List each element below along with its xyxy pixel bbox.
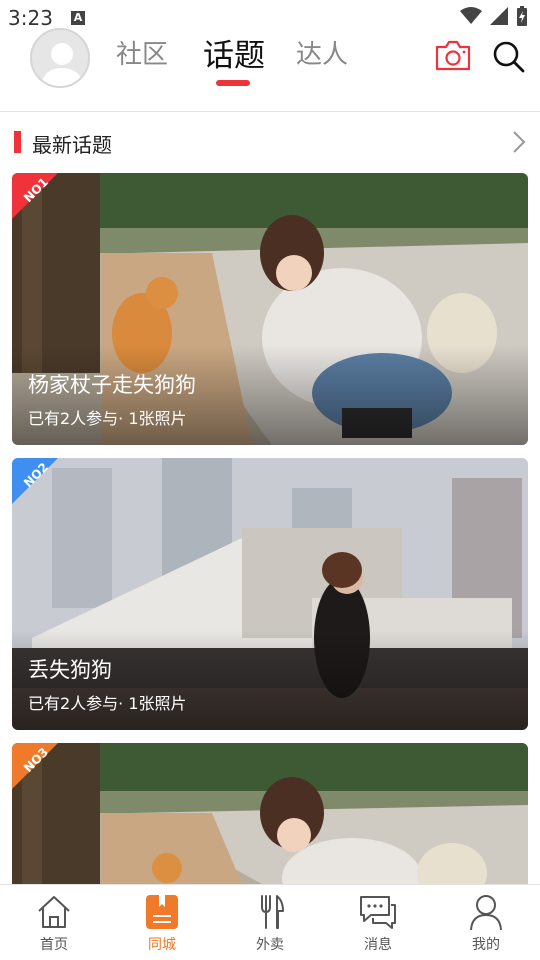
- chevron-right-icon[interactable]: [512, 130, 526, 154]
- battery-icon: [517, 6, 527, 26]
- latest-topics-header[interactable]: 最新话题: [0, 122, 540, 164]
- rank-ribbon: NO1: [12, 173, 58, 219]
- header-divider: [0, 111, 540, 112]
- avatar[interactable]: [30, 28, 90, 88]
- home-icon: [38, 896, 70, 928]
- topic-meta: 已有2人参与· 1张照片: [28, 409, 187, 428]
- tab-experts[interactable]: 达人: [296, 34, 348, 71]
- topic-card[interactable]: NO2 丢失狗狗 已有2人参与· 1张照片: [12, 458, 528, 730]
- nav-messages[interactable]: 消息: [324, 885, 432, 960]
- topic-meta: 已有2人参与· 1张照片: [28, 694, 187, 713]
- section-accent-bar: [14, 131, 21, 153]
- nav-takeout[interactable]: 外卖: [216, 885, 324, 960]
- wifi-icon: [460, 7, 482, 24]
- topic-title: 丢失狗狗: [28, 658, 112, 682]
- fork-knife-icon: [261, 895, 284, 929]
- section-title: 最新话题: [32, 133, 112, 157]
- city-bookmark-icon: [146, 895, 178, 929]
- notification-icon: A: [71, 11, 85, 25]
- topic-card[interactable]: NO3: [12, 743, 528, 884]
- nav-messages-label: 消息: [364, 937, 392, 953]
- nav-profile-label: 我的: [472, 937, 500, 953]
- person-icon: [470, 895, 502, 931]
- user-silhouette-icon: [40, 43, 84, 86]
- active-tab-indicator: [216, 80, 250, 86]
- topic-card[interactable]: NO1 杨家杖子走失狗狗 已有2人参与· 1张照片: [12, 173, 528, 445]
- rank-ribbon: NO3: [12, 743, 58, 789]
- bottom-navigation: 首页 同城 外卖 消息 我的: [0, 884, 540, 960]
- nav-home[interactable]: 首页: [0, 885, 108, 960]
- tab-community[interactable]: 社区: [116, 34, 168, 71]
- nav-profile[interactable]: 我的: [432, 885, 540, 960]
- topic-photo-street-cat: [12, 743, 528, 884]
- signal-icon: [490, 7, 508, 25]
- nav-takeout-label: 外卖: [256, 937, 284, 953]
- chat-icon: [360, 896, 396, 929]
- top-header: 社区 话题 达人: [0, 24, 540, 110]
- rank-ribbon: NO2: [12, 458, 58, 504]
- topic-title: 杨家杖子走失狗狗: [28, 373, 196, 397]
- tab-topics[interactable]: 话题: [203, 30, 265, 75]
- camera-icon[interactable]: [434, 40, 472, 72]
- nav-city-label: 同城: [148, 937, 176, 953]
- nav-city[interactable]: 同城: [108, 885, 216, 960]
- search-icon[interactable]: [492, 40, 526, 74]
- nav-home-label: 首页: [40, 937, 68, 953]
